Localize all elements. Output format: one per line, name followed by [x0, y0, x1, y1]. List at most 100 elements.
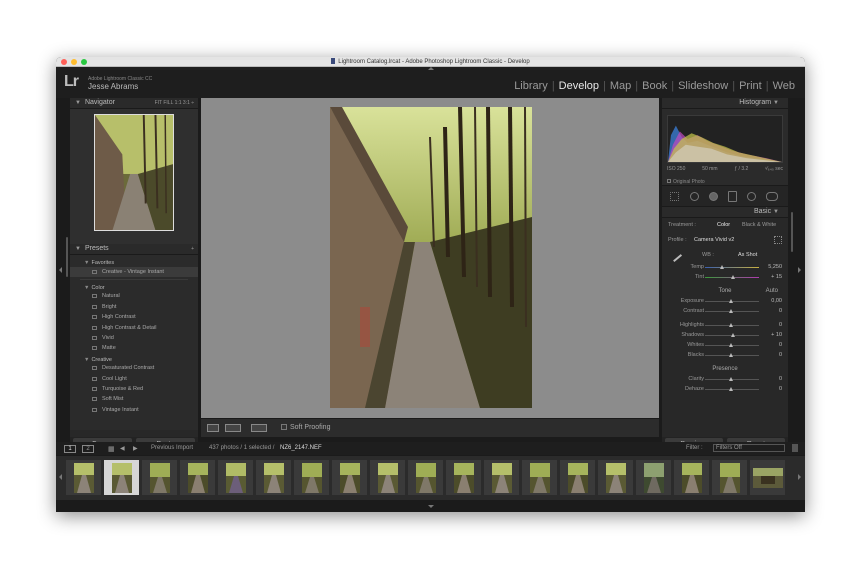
- slider-knob[interactable]: [729, 323, 733, 327]
- profile-dropdown[interactable]: Camera Vivid v2: [694, 232, 734, 248]
- slider-contrast[interactable]: Contrast 0: [662, 306, 788, 316]
- filmstrip-thumbnail[interactable]: [636, 460, 671, 495]
- slider-knob[interactable]: [731, 333, 735, 337]
- preset-item[interactable]: Vintage Instant: [70, 405, 198, 415]
- preset-item[interactable]: Desaturated Contrast: [70, 363, 198, 373]
- module-book[interactable]: Book: [638, 80, 671, 92]
- soft-proofing-checkbox[interactable]: [281, 424, 287, 430]
- right-scrollbar[interactable]: [791, 212, 793, 252]
- left-scrollbar[interactable]: [66, 237, 68, 277]
- slider-knob[interactable]: [729, 387, 733, 391]
- slider-knob[interactable]: [729, 353, 733, 357]
- preset-item[interactable]: High Contrast & Detail: [70, 323, 198, 333]
- back-arrow-icon[interactable]: ◀: [120, 445, 125, 452]
- histogram-graph[interactable]: [667, 115, 783, 163]
- preset-item[interactable]: Soft Mist: [70, 394, 198, 404]
- slider-knob[interactable]: [729, 377, 733, 381]
- secondary-window-button[interactable]: 2: [82, 445, 94, 453]
- filmstrip-thumbnail[interactable]: [294, 460, 329, 495]
- red-eye-tool-icon[interactable]: [709, 192, 718, 201]
- slider-whites[interactable]: Whites 0: [662, 340, 788, 350]
- slider-tint[interactable]: Tint + 15: [662, 272, 788, 282]
- treatment-bw-option[interactable]: Black & White: [742, 218, 776, 232]
- main-window-button[interactable]: 1: [64, 445, 76, 453]
- filter-lock-icon[interactable]: [792, 444, 798, 452]
- slider-knob[interactable]: [729, 299, 733, 303]
- spot-removal-tool-icon[interactable]: [690, 192, 699, 201]
- preset-item[interactable]: Turquoise & Red: [70, 384, 198, 394]
- slider-blacks[interactable]: Blacks 0: [662, 350, 788, 360]
- scroll-right-icon[interactable]: [798, 474, 801, 480]
- before-after-split-icon[interactable]: [251, 424, 267, 432]
- basic-header[interactable]: Basic ▼: [662, 207, 788, 218]
- filmstrip-thumbnail[interactable]: [560, 460, 595, 495]
- preset-group-color[interactable]: ▼ Color: [70, 282, 198, 292]
- scroll-left-icon[interactable]: [59, 474, 62, 480]
- slider-knob[interactable]: [729, 309, 733, 313]
- collapse-left-panel-icon[interactable]: [59, 267, 62, 273]
- module-map[interactable]: Map: [606, 80, 635, 92]
- filmstrip-thumbnail[interactable]: [674, 460, 709, 495]
- filename-dropdown[interactable]: NZ6_2147.NEF: [280, 445, 322, 451]
- filmstrip-thumbnail[interactable]: [180, 460, 215, 495]
- filmstrip-thumbnail[interactable]: [218, 460, 253, 495]
- white-balance-picker-icon[interactable]: [667, 247, 683, 263]
- module-web[interactable]: Web: [769, 80, 799, 92]
- preset-group-creative[interactable]: ▼ Creative: [70, 354, 198, 364]
- filmstrip-thumbnail[interactable]: [332, 460, 367, 495]
- image-canvas[interactable]: [201, 98, 659, 418]
- preset-item[interactable]: Natural: [70, 291, 198, 301]
- slider-highlights[interactable]: Highlights 0: [662, 320, 788, 330]
- filmstrip-thumbnail[interactable]: [712, 460, 747, 495]
- filmstrip-thumbnail[interactable]: [750, 460, 785, 495]
- slider-exposure[interactable]: Exposure 0,00: [662, 296, 788, 306]
- navigator-header[interactable]: ▼ Navigator FIT FILL 1:1 3:1 ÷: [70, 98, 198, 109]
- slider-knob[interactable]: [720, 265, 724, 269]
- filmstrip-thumbnail[interactable]: [66, 460, 101, 495]
- radial-filter-icon[interactable]: [747, 192, 756, 201]
- adjustment-brush-icon[interactable]: [766, 192, 778, 201]
- original-photo-checkbox[interactable]: [667, 179, 671, 183]
- before-after-icon[interactable]: [225, 424, 241, 432]
- filmstrip-thumbnail[interactable]: [598, 460, 633, 495]
- collapse-right-panel-icon[interactable]: [798, 267, 801, 273]
- preset-item[interactable]: High Contrast: [70, 312, 198, 322]
- module-print[interactable]: Print: [735, 80, 766, 92]
- add-preset-button[interactable]: +: [191, 246, 194, 252]
- slider-temp[interactable]: Temp 5,250: [662, 262, 788, 272]
- navigator-zoom-options[interactable]: FIT FILL 1:1 3:1 ÷: [155, 100, 194, 106]
- collapse-filmstrip-icon[interactable]: [428, 505, 434, 508]
- graduated-filter-icon[interactable]: [728, 191, 737, 202]
- crop-tool-icon[interactable]: [670, 192, 679, 201]
- filter-dropdown[interactable]: Filters Off: [713, 444, 785, 452]
- preset-item[interactable]: Vivid: [70, 333, 198, 343]
- collapse-top-panel-icon[interactable]: [428, 67, 434, 70]
- presets-header[interactable]: ▼ Presets +: [70, 244, 198, 255]
- filmstrip-thumbnail[interactable]: [408, 460, 443, 495]
- navigator-preview[interactable]: [70, 109, 198, 244]
- grid-view-icon[interactable]: ▦: [108, 445, 115, 453]
- filmstrip-thumbnail[interactable]: [256, 460, 291, 495]
- histogram-header[interactable]: Histogram ▼: [662, 98, 788, 109]
- wb-dropdown[interactable]: As Shot: [738, 248, 757, 262]
- module-library[interactable]: Library: [510, 80, 552, 92]
- slider-knob[interactable]: [731, 275, 735, 279]
- filmstrip-thumbnail[interactable]: [446, 460, 481, 495]
- treatment-color-option[interactable]: Color: [717, 218, 730, 232]
- profile-browser-icon[interactable]: [774, 236, 782, 244]
- slider-dehaze[interactable]: Dehaze 0: [662, 384, 788, 394]
- source-label[interactable]: Previous Import: [151, 445, 193, 451]
- module-slideshow[interactable]: Slideshow: [674, 80, 732, 92]
- preset-item[interactable]: Matte: [70, 343, 198, 353]
- preset-item[interactable]: Creative - Vintage Instant: [70, 266, 198, 277]
- slider-clarity[interactable]: Clarity 0: [662, 374, 788, 384]
- slider-shadows[interactable]: Shadows + 10: [662, 330, 788, 340]
- module-develop[interactable]: Develop: [555, 80, 603, 92]
- preset-group-favorites[interactable]: ▼ Favorites: [70, 257, 198, 267]
- loupe-view-icon[interactable]: [207, 424, 219, 432]
- slider-knob[interactable]: [729, 343, 733, 347]
- preset-item[interactable]: Bright: [70, 302, 198, 312]
- filmstrip-thumbnail[interactable]: [484, 460, 519, 495]
- filmstrip-thumbnail-selected[interactable]: [104, 460, 139, 495]
- auto-tone-button[interactable]: Auto: [766, 286, 778, 296]
